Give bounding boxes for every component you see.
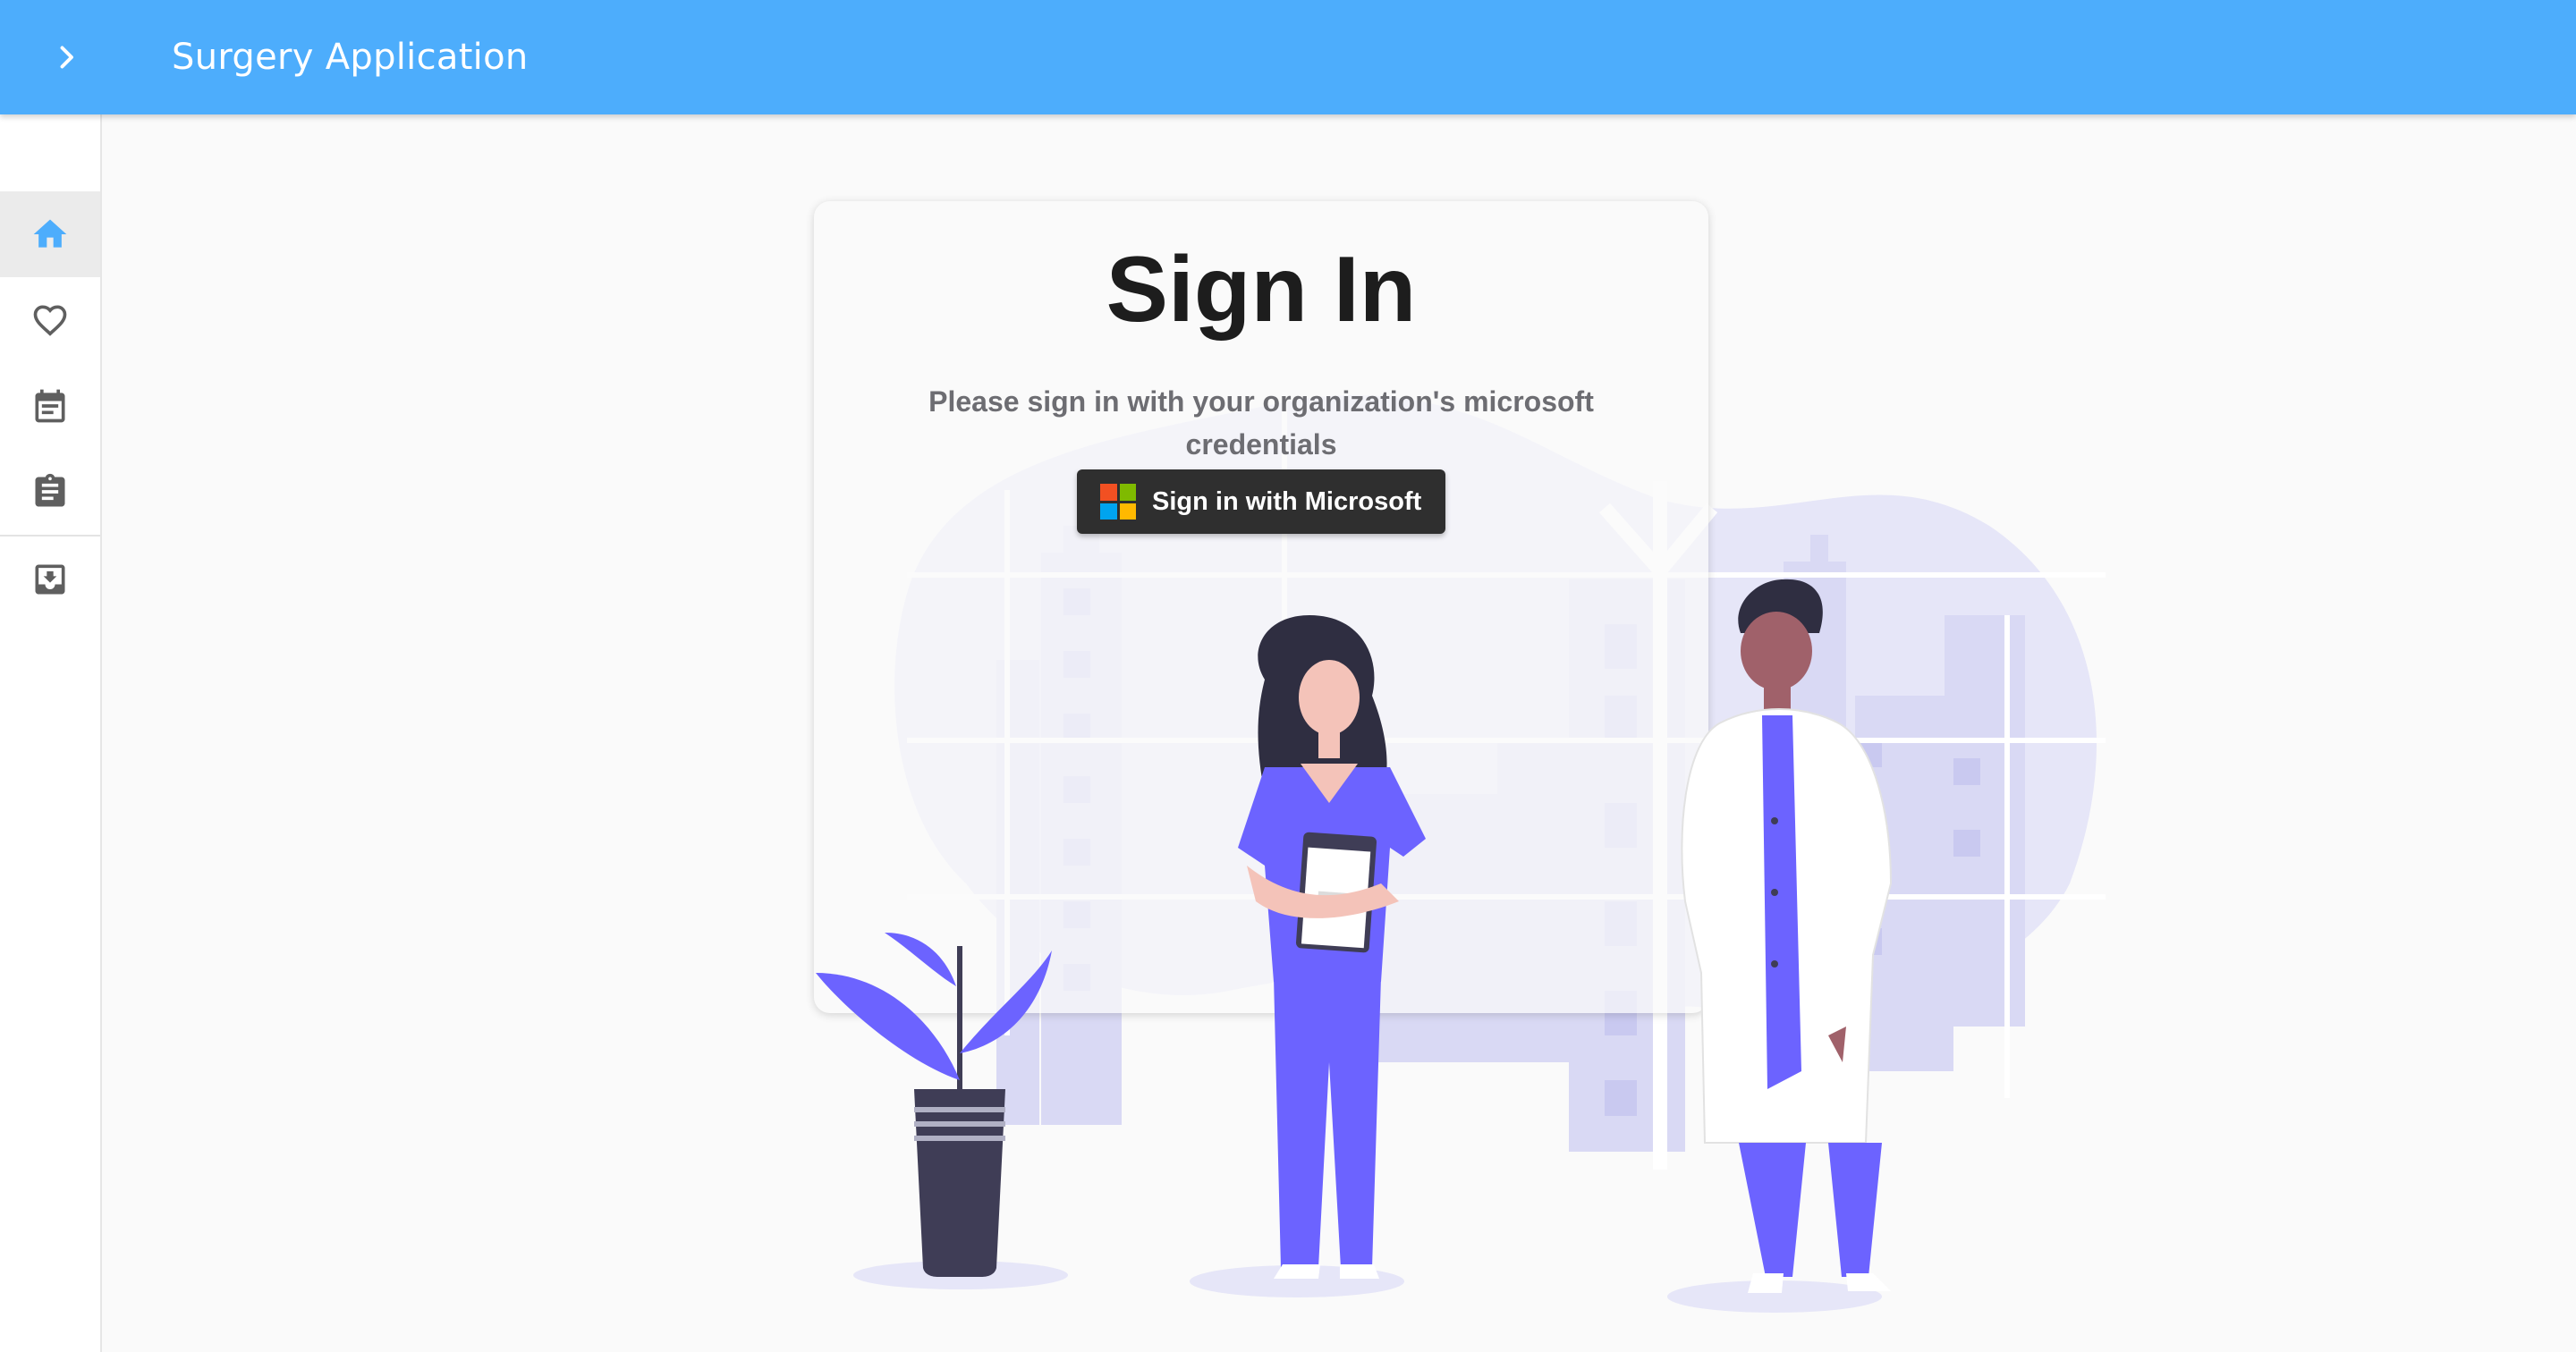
home-icon — [33, 219, 67, 248]
chevron-right-icon — [60, 46, 73, 69]
app-title: Surgery Application — [172, 37, 529, 78]
sign-in-microsoft-button[interactable]: Sign in with Microsoft — [1077, 469, 1445, 534]
sidebar-item-home[interactable] — [0, 191, 100, 277]
sidebar-item-inbox[interactable] — [0, 537, 100, 622]
menu-toggle-button[interactable] — [39, 30, 93, 84]
sidebar — [0, 114, 102, 1352]
signin-card: Sign In Please sign in with your organiz… — [814, 201, 1708, 1013]
signin-subtitle: Please sign in with your organization's … — [928, 385, 1594, 461]
sign-in-microsoft-label: Sign in with Microsoft — [1152, 486, 1422, 516]
heart-icon — [33, 305, 67, 336]
main-content: Sign In Please sign in with your organiz… — [102, 114, 2576, 1352]
sidebar-item-assignments[interactable] — [0, 449, 100, 535]
clipboard-icon — [35, 473, 65, 507]
sidebar-item-favorites[interactable] — [0, 277, 100, 363]
calendar-icon — [35, 389, 65, 423]
app-bar: Surgery Application — [0, 0, 2576, 114]
microsoft-logo-icon — [1100, 484, 1136, 520]
inbox-download-icon — [35, 564, 65, 595]
sidebar-item-calendar[interactable] — [0, 363, 100, 449]
signin-title: Sign In — [1106, 238, 1417, 342]
